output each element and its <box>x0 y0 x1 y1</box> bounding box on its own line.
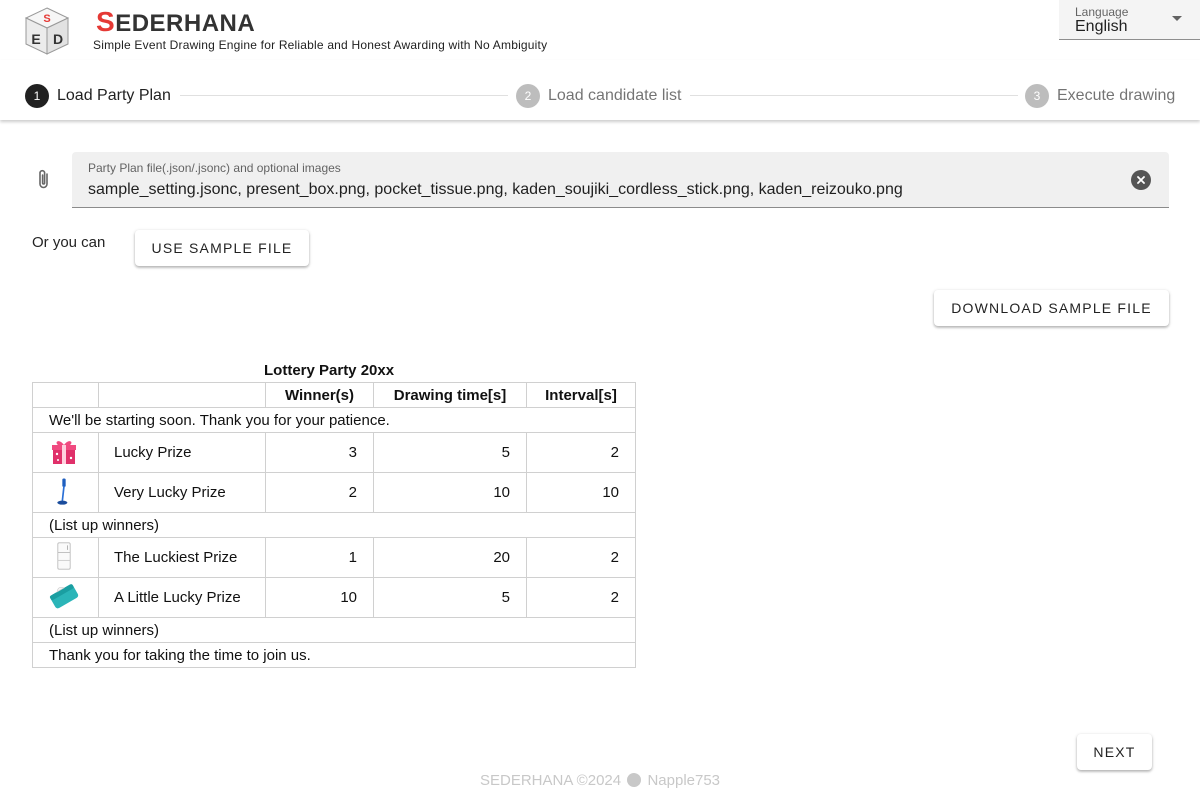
prize-image-cell <box>32 537 99 578</box>
table-header-row: Winner(s) Drawing time[s] Interval[s] <box>32 382 636 408</box>
prize-drawing-time: 10 <box>373 472 527 513</box>
list-winners-message: (List up winners) <box>32 512 636 538</box>
prize-name: Lucky Prize <box>98 432 266 473</box>
prize-image-cell <box>32 432 99 473</box>
table-header-icon <box>32 382 99 408</box>
table-row-message: Thank you for taking the time to join us… <box>32 642 636 668</box>
prize-winners: 1 <box>265 537 374 578</box>
refrigerator-icon <box>57 541 71 570</box>
prize-name: A Little Lucky Prize <box>98 577 266 618</box>
step-load-candidate-list: 2 Load candidate list <box>516 84 681 108</box>
prize-interval: 2 <box>526 577 636 618</box>
step-execute-drawing: 3 Execute drawing <box>1025 84 1175 108</box>
cordless-vacuum-icon <box>57 478 68 505</box>
language-select[interactable]: Language English <box>1059 0 1200 40</box>
table-header-drawing-time: Drawing time[s] <box>373 382 527 408</box>
party-plan-table: Winner(s) Drawing time[s] Interval[s] We… <box>32 382 636 668</box>
list-winners-message: (List up winners) <box>32 617 636 643</box>
prize-winners: 2 <box>265 472 374 513</box>
table-row-message: (List up winners) <box>32 617 636 643</box>
table-row-prize: A Little Lucky Prize 10 5 2 <box>32 577 636 618</box>
table-row-message: We'll be starting soon. Thank you for yo… <box>32 407 636 433</box>
footer-author-link[interactable]: Napple753 <box>647 772 720 789</box>
table-header-name <box>98 382 266 408</box>
or-you-can-text: Or you can <box>32 234 106 251</box>
step-label-execute-drawing: Execute drawing <box>1057 87 1176 104</box>
step-number-1: 1 <box>25 84 49 108</box>
prize-interval: 2 <box>526 432 636 473</box>
download-sample-file-button[interactable]: DOWNLOAD SAMPLE FILE <box>934 290 1169 326</box>
app-title: SEDERHANA <box>96 6 255 38</box>
svg-text:D: D <box>53 31 63 47</box>
svg-text:S: S <box>43 13 50 25</box>
step-number-2: 2 <box>516 84 540 108</box>
prize-interval: 2 <box>526 537 636 578</box>
sederhana-logo: S E D <box>24 7 70 55</box>
prize-interval: 10 <box>526 472 636 513</box>
step-label-load-candidate-list: Load candidate list <box>548 87 682 104</box>
step-number-3: 3 <box>1025 84 1049 108</box>
prize-drawing-time: 5 <box>373 432 527 473</box>
start-message: We'll be starting soon. Thank you for yo… <box>32 407 636 433</box>
table-row-prize: Very Lucky Prize 2 10 10 <box>32 472 636 513</box>
table-header-winners: Winner(s) <box>265 382 374 408</box>
prize-drawing-time: 20 <box>373 537 527 578</box>
clear-icon[interactable] <box>1131 170 1151 190</box>
svg-text:E: E <box>31 31 40 47</box>
table-row-prize: Lucky Prize 3 5 2 <box>32 432 636 473</box>
next-button[interactable]: NEXT <box>1077 734 1152 770</box>
prize-image-cell <box>32 577 99 618</box>
prize-name: The Luckiest Prize <box>98 537 266 578</box>
prize-drawing-time: 5 <box>373 577 527 618</box>
end-message: Thank you for taking the time to join us… <box>32 642 636 668</box>
step-load-party-plan: 1 Load Party Plan <box>25 84 171 108</box>
party-plan-file-input[interactable]: Party Plan file(.json/.jsonc) and option… <box>72 152 1169 208</box>
present-box-icon <box>52 440 76 464</box>
app-title-initial: S <box>96 6 116 37</box>
table-row-message: (List up winners) <box>32 512 636 538</box>
prize-winners: 10 <box>265 577 374 618</box>
step-connector <box>180 95 508 96</box>
pocket-tissue-icon <box>49 583 79 608</box>
step-connector <box>690 95 1018 96</box>
language-select-label: Language <box>1075 5 1129 19</box>
attach-file-icon[interactable] <box>34 168 54 192</box>
app-header: S E D SEDERHANA Simple Event Drawing Eng… <box>0 0 1200 60</box>
app-title-rest: EDERHANA <box>115 10 256 37</box>
footer: SEDERHANA ©2024 Napple753 <box>0 772 1200 789</box>
prize-name: Very Lucky Prize <box>98 472 266 513</box>
prize-winners: 3 <box>265 432 374 473</box>
prize-image-cell <box>32 472 99 513</box>
dropdown-arrow-icon <box>1172 16 1182 21</box>
use-sample-file-button[interactable]: USE SAMPLE FILE <box>135 230 309 266</box>
party-plan-file-label: Party Plan file(.json/.jsonc) and option… <box>88 161 341 175</box>
footer-copyright: SEDERHANA ©2024 <box>479 772 622 789</box>
app-tagline: Simple Event Drawing Engine for Reliable… <box>93 38 548 52</box>
language-select-value: English <box>1075 18 1128 35</box>
table-row-prize: The Luckiest Prize 1 20 2 <box>32 537 636 578</box>
github-icon[interactable] <box>627 773 642 787</box>
stepper: 1 Load Party Plan 2 Load candidate list … <box>0 60 1200 120</box>
step-label-load-party-plan: Load Party Plan <box>57 87 171 104</box>
party-plan-file-value: sample_setting.jsonc, present_box.png, p… <box>88 181 903 198</box>
table-header-interval: Interval[s] <box>526 382 636 408</box>
party-plan-title: Lottery Party 20xx <box>264 362 395 379</box>
